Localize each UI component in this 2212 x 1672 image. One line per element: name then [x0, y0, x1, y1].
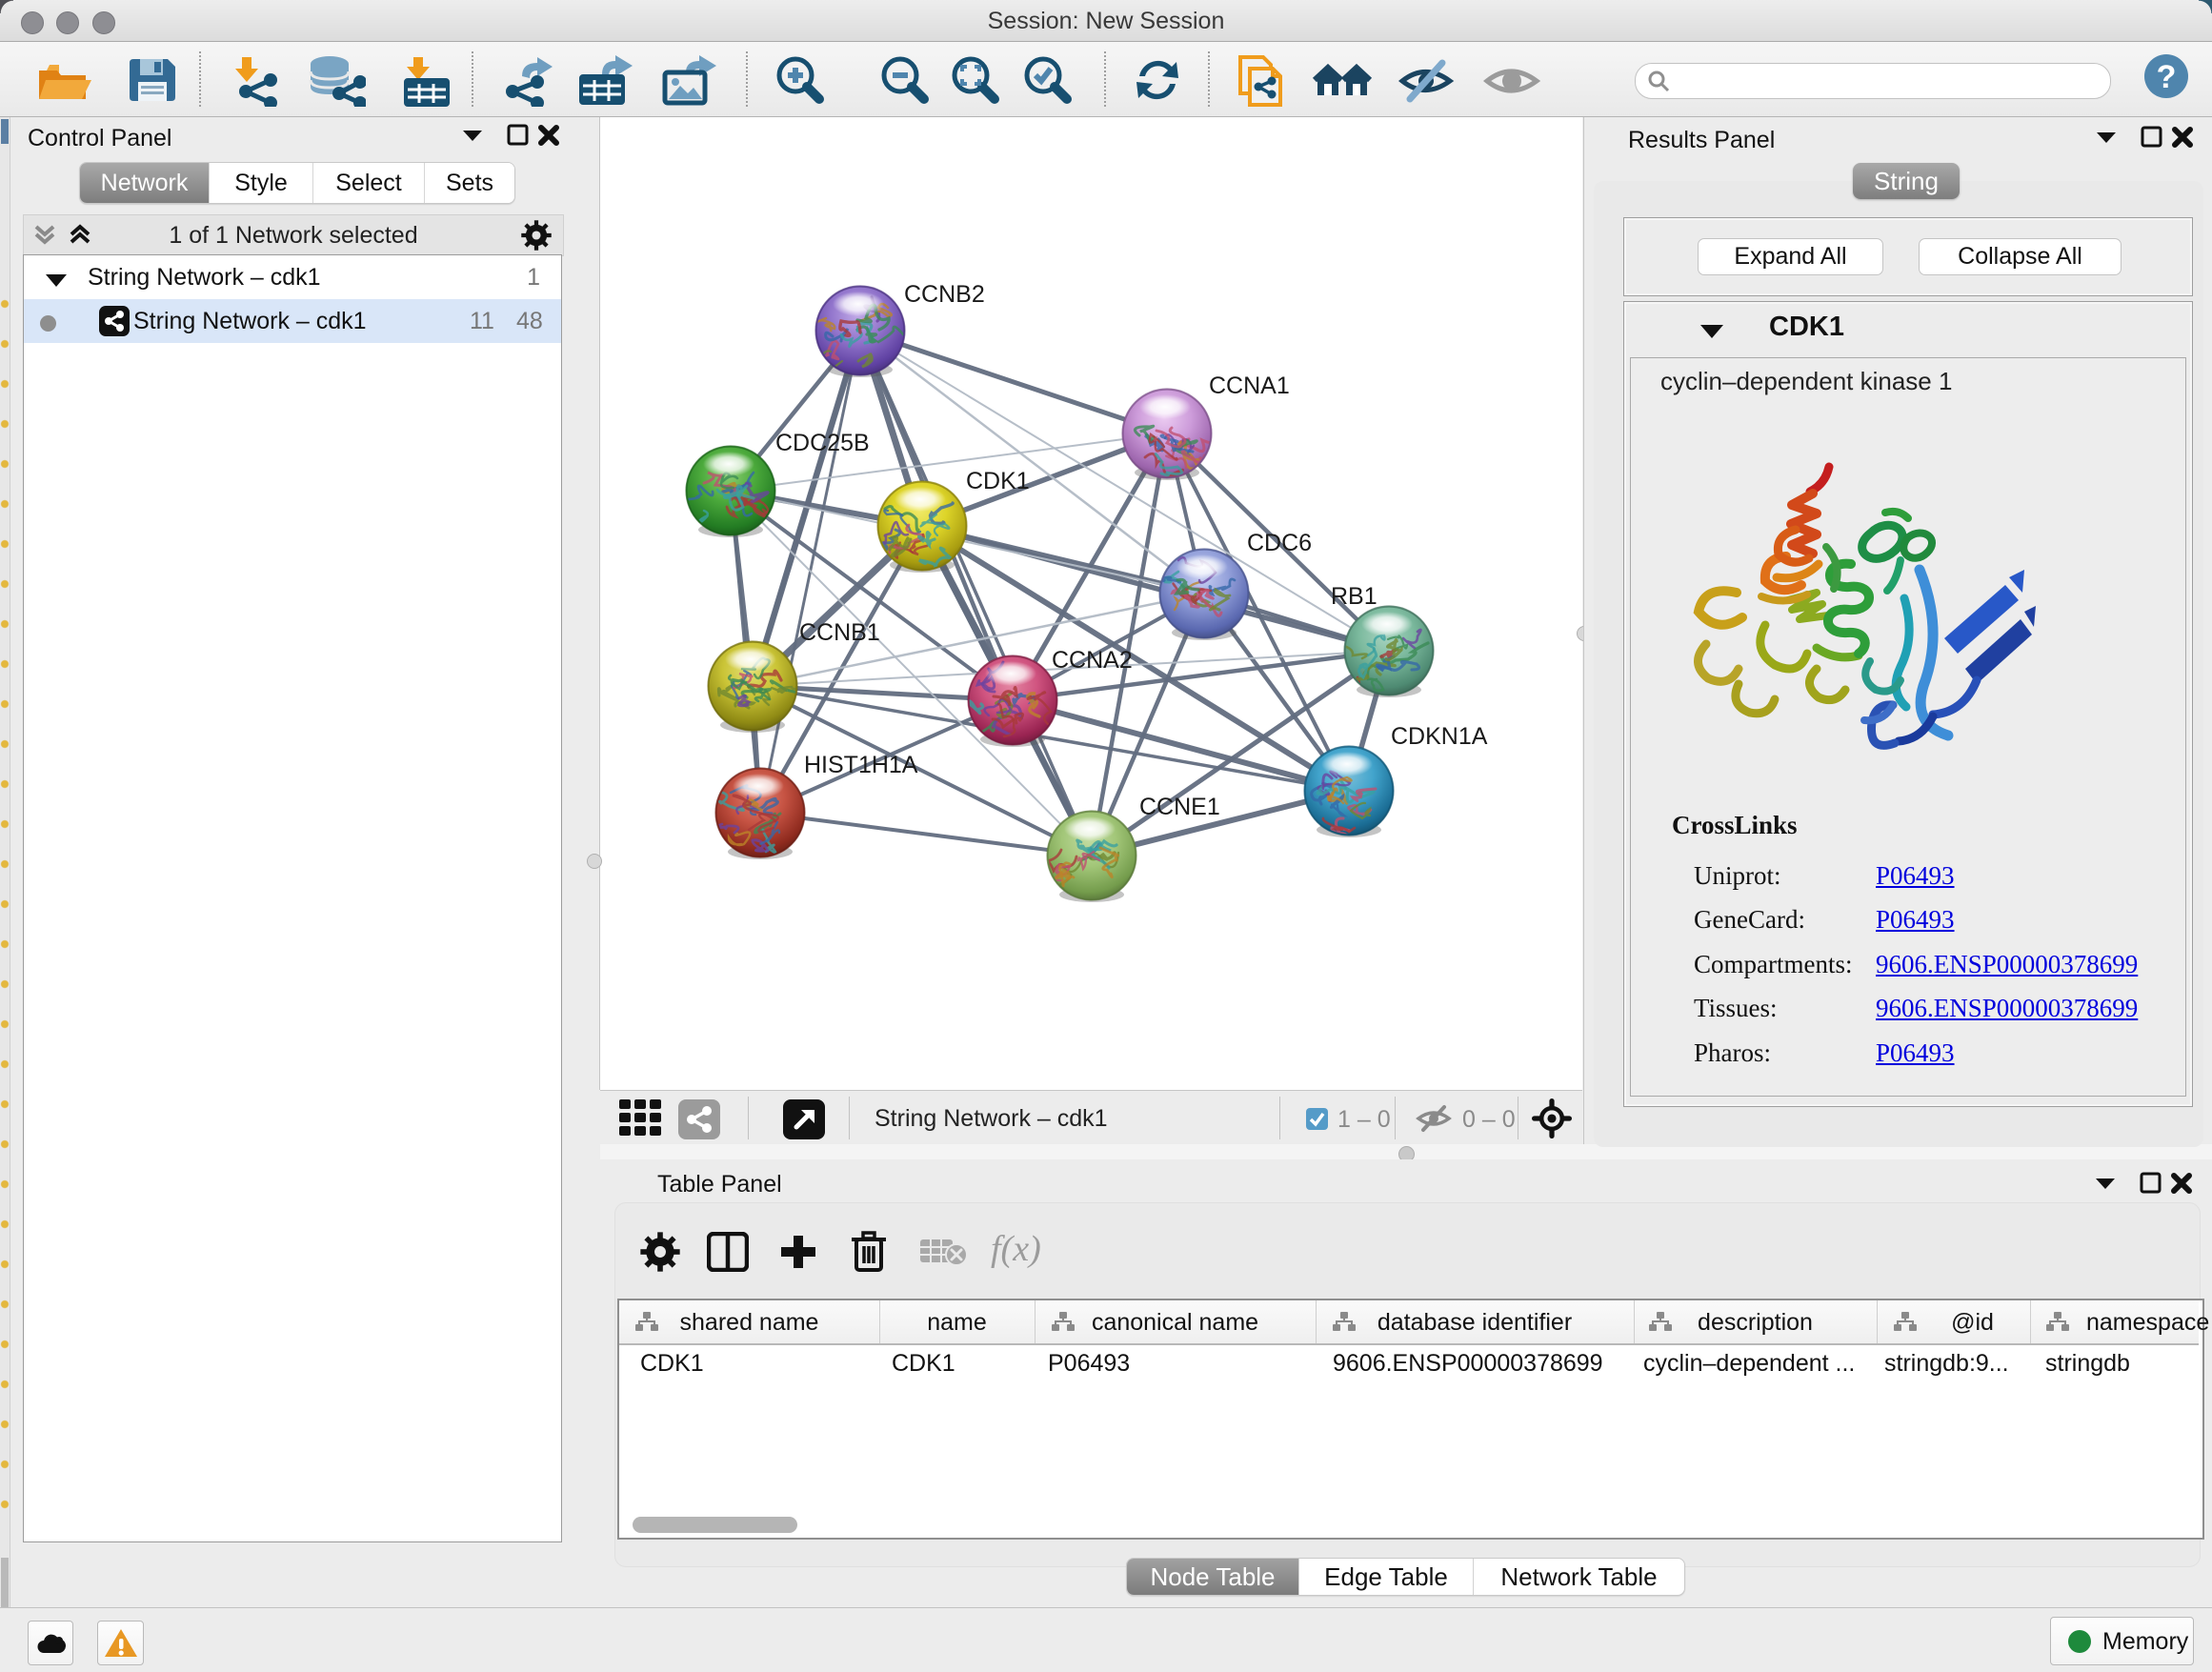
svg-text:RB1: RB1: [1331, 583, 1377, 610]
svg-text:CCNA1: CCNA1: [1209, 373, 1290, 399]
svg-text:CCNE1: CCNE1: [1139, 794, 1220, 820]
svg-text:CDC25B: CDC25B: [775, 430, 870, 456]
svg-text:CCNB1: CCNB1: [799, 619, 880, 646]
svg-text:CCNA2: CCNA2: [1052, 647, 1133, 674]
svg-text:CDK1: CDK1: [966, 468, 1030, 494]
svg-text:CCNB2: CCNB2: [904, 281, 985, 308]
svg-text:?: ?: [2157, 59, 2177, 95]
svg-text:CDKN1A: CDKN1A: [1391, 723, 1488, 750]
svg-text:CDC6: CDC6: [1247, 530, 1312, 556]
svg-text:HIST1H1A: HIST1H1A: [804, 752, 918, 778]
